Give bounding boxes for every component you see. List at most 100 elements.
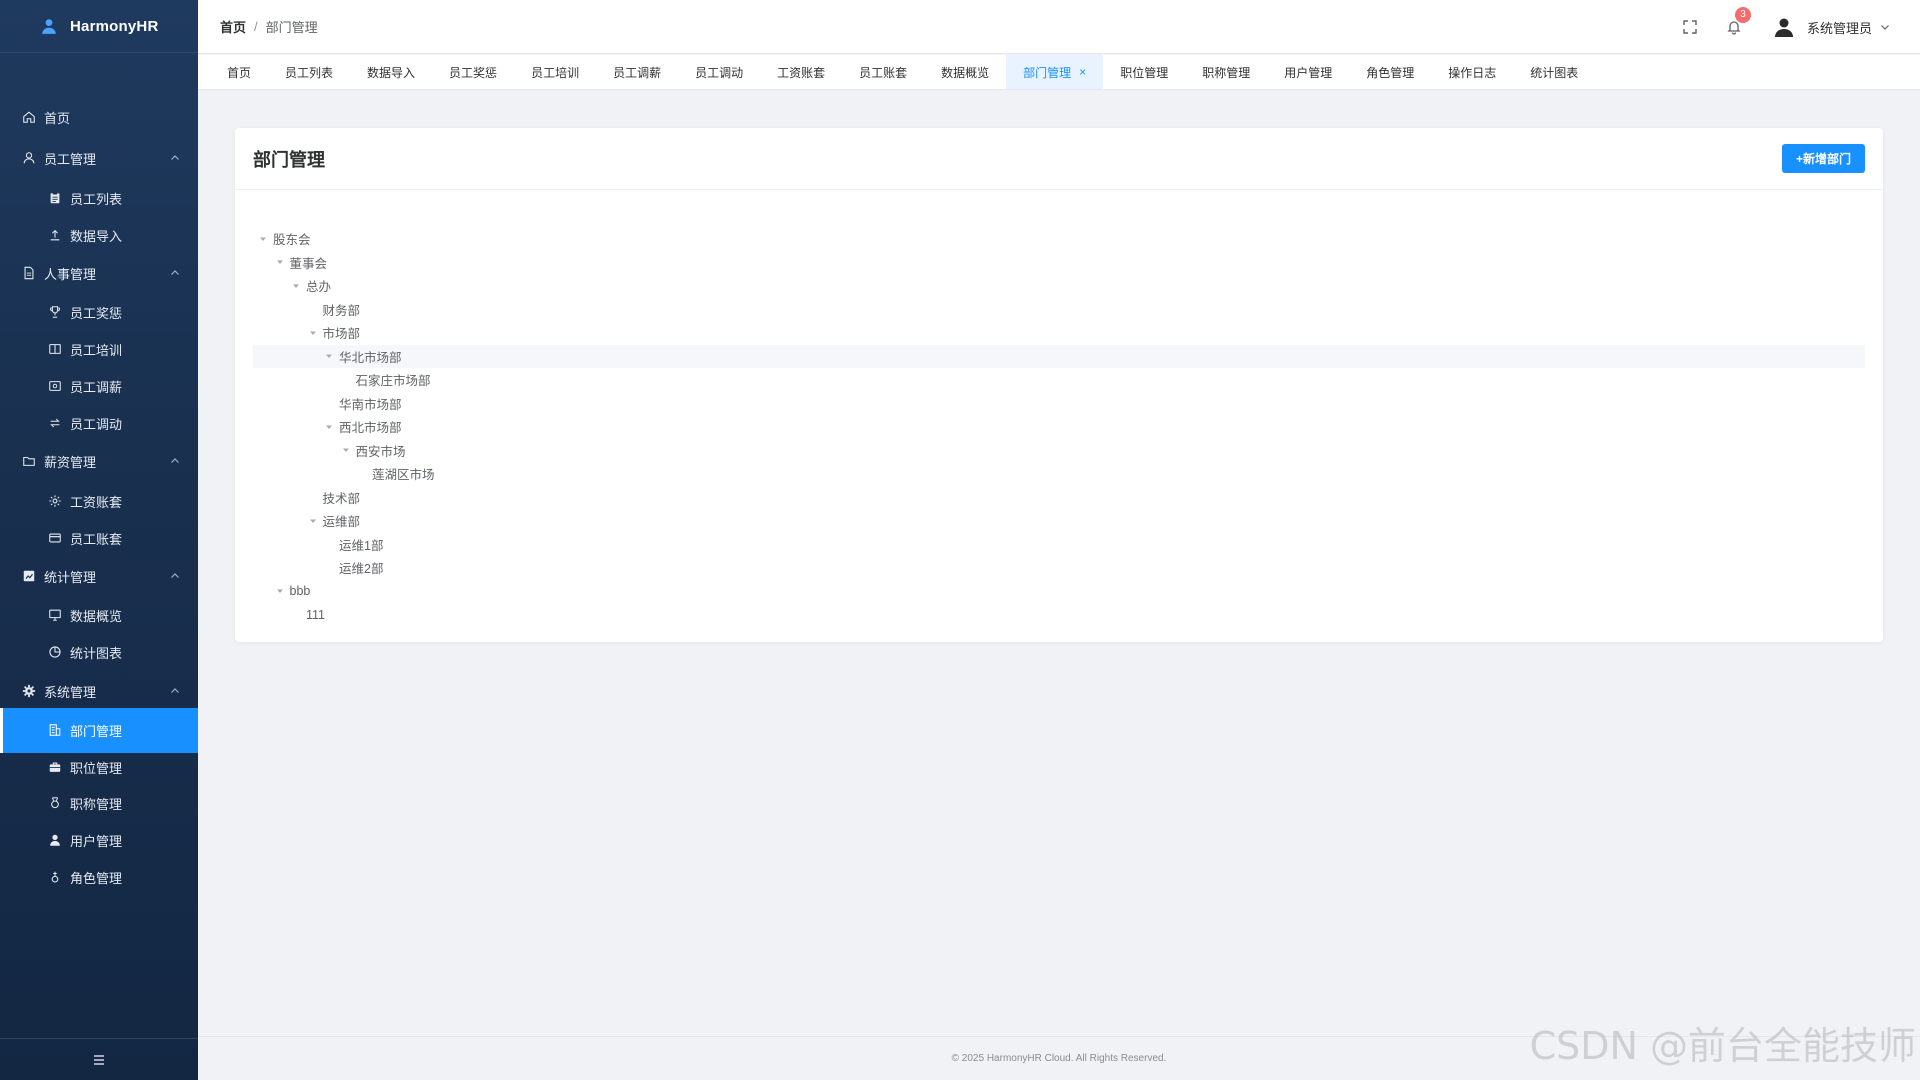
- chevron-up-icon[interactable]: [170, 456, 180, 466]
- tab-label: 用户管理: [1284, 65, 1333, 80]
- tree-node[interactable]: 莲湖区市场: [253, 462, 1865, 486]
- tree-node-label: 石家庄市场部: [355, 374, 431, 389]
- tab-item[interactable]: 首页: [210, 55, 268, 89]
- folder-icon: [22, 454, 36, 468]
- tree-node[interactable]: 运维1部: [253, 533, 1865, 557]
- tab-item[interactable]: 员工奖惩: [432, 55, 514, 89]
- tab-label: 工资账套: [777, 65, 826, 80]
- top-header: 首页 / 部门管理 3 系统管理员: [198, 0, 1920, 54]
- notification-bell[interactable]: 3: [1725, 7, 1751, 36]
- tree-node-label: bbb: [289, 584, 311, 599]
- sidebar-item-label: 统计管理: [44, 569, 97, 585]
- sidebar-item-label: 工资账套: [70, 494, 123, 510]
- fullscreen-icon[interactable]: [1681, 18, 1699, 36]
- tab-item[interactable]: 职称管理: [1185, 55, 1267, 89]
- tree-node[interactable]: 111: [253, 603, 1865, 627]
- tab-label: 统计图表: [1530, 65, 1579, 80]
- caret-down-icon[interactable]: [325, 352, 333, 360]
- tree-node[interactable]: 财务部: [253, 298, 1865, 322]
- caret-down-icon[interactable]: [309, 517, 317, 525]
- tree-node[interactable]: 华南市场部: [253, 392, 1865, 416]
- sidebar-item-home[interactable]: 首页: [0, 95, 198, 140]
- settings-icon: [22, 684, 36, 698]
- username[interactable]: 系统管理员: [1807, 18, 1872, 37]
- tree-node[interactable]: 西北市场部: [253, 415, 1865, 439]
- tab-item[interactable]: 员工账套: [842, 55, 924, 89]
- sidebar-collapse-button[interactable]: [0, 1038, 198, 1080]
- sidebar-item-folder[interactable]: 薪资管理: [0, 439, 198, 484]
- tree-node-label: 股东会: [273, 233, 311, 248]
- chevron-up-icon[interactable]: [170, 571, 180, 581]
- department-tree: 股东会董事会总办财务部市场部华北市场部石家庄市场部华南市场部 西北市场部 西安市场莲…: [253, 227, 1865, 627]
- tree-node-label: 莲湖区市场: [372, 468, 435, 483]
- tab-item[interactable]: 统计图表: [1513, 55, 1595, 89]
- brand[interactable]: HarmonyHR: [0, 0, 198, 53]
- sidebar-item-label: 员工奖惩: [70, 305, 123, 321]
- tab-item[interactable]: 数据概览: [924, 55, 1006, 89]
- sidebar-item-label: 用户管理: [70, 833, 123, 849]
- department-card: 部门管理 +新增部门 股东会 董事会 总办 财务部 市场部 华北市场部 石家庄市场部 华南市场…: [235, 128, 1883, 642]
- tab-item[interactable]: 员工调薪: [596, 55, 678, 89]
- tree-node-label: 总办: [306, 280, 332, 295]
- caret-down-icon[interactable]: [276, 258, 284, 266]
- sidebar-item-label: 人事管理: [44, 266, 97, 282]
- tab-label: 员工账套: [859, 65, 908, 80]
- tab-item[interactable]: 部门管理 ×: [1006, 55, 1104, 89]
- sidebar-item-label: 员工调薪: [70, 379, 123, 395]
- avatar[interactable]: [1773, 16, 1795, 38]
- tree-node[interactable]: 技术部: [253, 486, 1865, 510]
- breadcrumb-home[interactable]: 首页: [220, 17, 246, 36]
- header-actions: 3 系统管理员: [1655, 0, 1890, 54]
- tab-item[interactable]: 员工列表: [268, 55, 350, 89]
- tab-item[interactable]: 用户管理: [1267, 55, 1349, 89]
- caret-down-icon[interactable]: [325, 423, 333, 431]
- tree-node[interactable]: 市场部: [253, 321, 1865, 345]
- chevron-up-icon[interactable]: [170, 686, 180, 696]
- trophy-icon: [48, 305, 62, 319]
- tree-node-label: 财务部: [322, 303, 361, 318]
- tab-item[interactable]: 数据导入: [350, 55, 432, 89]
- chevron-up-icon[interactable]: [170, 268, 180, 278]
- person-icon: [48, 833, 62, 847]
- chevron-up-icon[interactable]: [170, 153, 180, 163]
- tree-node-label: 技术部: [322, 491, 361, 506]
- tree-node-label: 运维1部: [339, 538, 384, 553]
- sidebar-item-label: 统计图表: [70, 645, 123, 661]
- tree-node[interactable]: 华北市场部: [253, 344, 1865, 368]
- tree-node[interactable]: 运维2部: [253, 556, 1865, 580]
- tab-label: 职称管理: [1202, 65, 1251, 80]
- role-icon: [48, 870, 62, 884]
- tree-node[interactable]: bbb: [253, 580, 1865, 604]
- card-icon: [48, 531, 62, 545]
- caret-down-icon[interactable]: [276, 587, 284, 595]
- caret-down-icon[interactable]: [259, 235, 267, 243]
- tree-node[interactable]: 股东会: [253, 227, 1865, 251]
- add-department-button[interactable]: +新增部门: [1781, 144, 1865, 173]
- caret-down-icon[interactable]: [342, 446, 350, 454]
- chart-icon: [22, 569, 36, 583]
- tab-label: 员工列表: [285, 65, 334, 80]
- sidebar-item-role[interactable]: 角色管理: [0, 855, 198, 900]
- caret-down-icon[interactable]: [309, 329, 317, 337]
- tab-item[interactable]: 工资账套: [760, 55, 842, 89]
- tree-node[interactable]: 西安市场: [253, 439, 1865, 463]
- tree-node[interactable]: 董事会: [253, 251, 1865, 275]
- tab-item[interactable]: 操作日志: [1431, 55, 1513, 89]
- sidebar-item-user[interactable]: 员工管理: [0, 136, 198, 181]
- tab-label: 员工调动: [695, 65, 744, 80]
- sidebar-item-label: 数据概览: [70, 608, 123, 624]
- money-icon: [48, 379, 62, 393]
- tree-node[interactable]: 运维部: [253, 509, 1865, 533]
- tab-label: 角色管理: [1366, 65, 1415, 80]
- tab-item[interactable]: 职位管理: [1103, 55, 1185, 89]
- caret-down-icon[interactable]: [292, 282, 300, 290]
- chevron-down-icon[interactable]: [1880, 22, 1890, 32]
- tab-item[interactable]: 员工培训: [514, 55, 596, 89]
- tree-node[interactable]: 石家庄市场部: [253, 368, 1865, 392]
- tab-item[interactable]: 员工调动: [678, 55, 760, 89]
- tab-label: 员工调薪: [613, 65, 662, 80]
- tab-item[interactable]: 角色管理: [1349, 55, 1431, 89]
- tree-node[interactable]: 总办: [253, 274, 1865, 298]
- close-icon[interactable]: ×: [1079, 65, 1086, 79]
- tree-node-label: 华北市场部: [339, 350, 402, 365]
